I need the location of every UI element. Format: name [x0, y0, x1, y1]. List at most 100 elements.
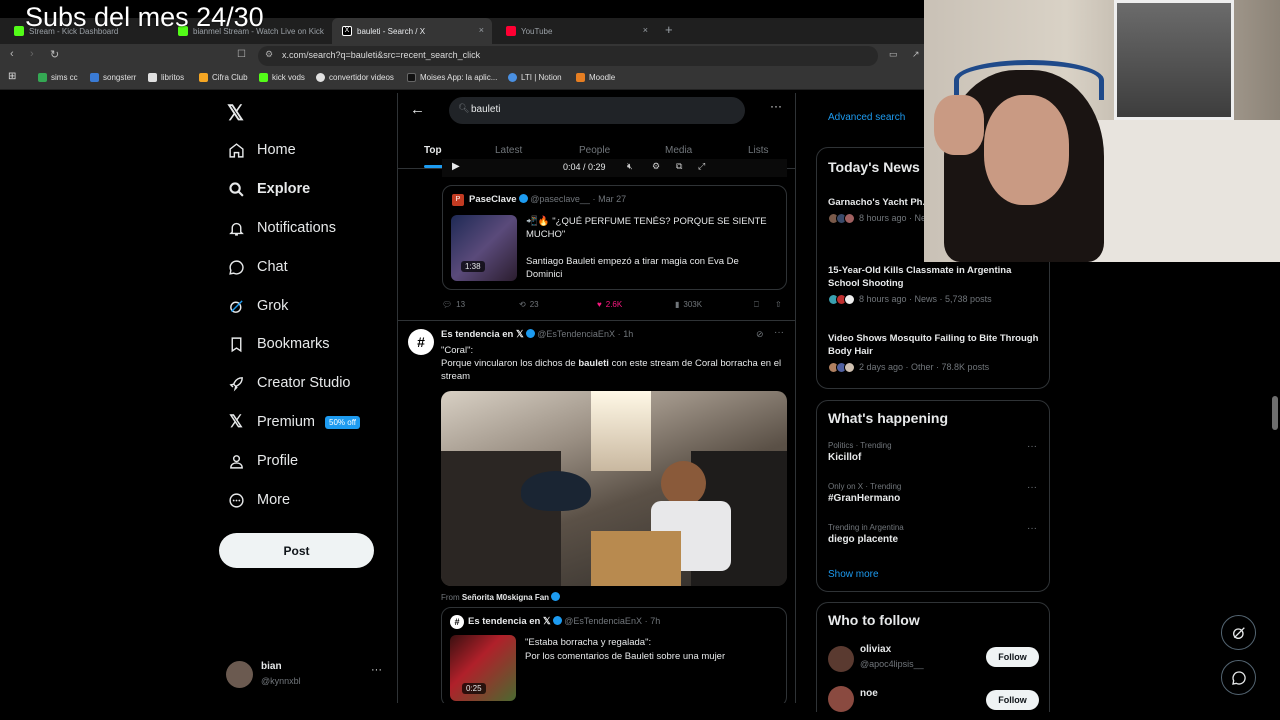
- nav-item-notifications[interactable]: Notifications: [227, 216, 336, 240]
- new-tab-button[interactable]: +: [665, 22, 673, 37]
- more-options-icon[interactable]: ···: [770, 99, 782, 113]
- stream-overlay-title: Subs del mes 24/30: [25, 2, 264, 32]
- bookmark-item[interactable]: kick vods: [259, 73, 305, 82]
- page-scrollbar-thumb[interactable]: [1272, 396, 1278, 430]
- webcam-chair: [1074, 120, 1280, 262]
- trend-item[interactable]: Only on X · Trending #GranHermano: [828, 482, 1043, 504]
- media-floor: [591, 531, 681, 586]
- suggested-user-name[interactable]: noe: [860, 688, 878, 699]
- bookmark-item[interactable]: Moodle: [576, 73, 615, 82]
- x-logo-icon[interactable]: 𝕏: [227, 101, 244, 126]
- browser-tab-active[interactable]: X bauleti - Search / X ×: [332, 18, 492, 44]
- bookmark-item[interactable]: LTI | Notion: [508, 73, 562, 82]
- suggested-user-name[interactable]: oliviax: [860, 644, 891, 655]
- nav-item-grok[interactable]: Grok: [227, 294, 288, 318]
- nav-item-home[interactable]: Home: [227, 138, 296, 162]
- forward-icon[interactable]: ›: [30, 48, 34, 60]
- webcam-face: [984, 95, 1069, 205]
- bookmark-page-icon[interactable]: ☐: [237, 49, 246, 60]
- more-dots-icon[interactable]: ···: [371, 664, 382, 676]
- video-thumbnail[interactable]: 1:38: [451, 215, 517, 281]
- chat-icon: [1231, 670, 1246, 685]
- more-dots-icon[interactable]: ···: [774, 327, 784, 338]
- more-dots-icon[interactable]: ···: [1027, 441, 1037, 452]
- follow-button[interactable]: Follow: [986, 647, 1039, 667]
- browser-tab[interactable]: YouTube ×: [496, 18, 656, 44]
- quoted-post[interactable]: P PaseClave @paseclave__ · Mar 27 1:38 📲…: [442, 185, 787, 290]
- avatar[interactable]: [828, 686, 854, 712]
- nav-item-more[interactable]: More: [227, 488, 290, 512]
- reply-button[interactable]: 💬︎ 13: [442, 300, 465, 309]
- post-header: PaseClave @paseclave__ · Mar 27: [469, 194, 627, 205]
- trend-item[interactable]: Politics · Trending Kicillof: [828, 441, 1043, 463]
- reload-icon[interactable]: ↻: [50, 48, 59, 61]
- bookmark-item[interactable]: songsterr: [90, 73, 136, 82]
- trend-item[interactable]: Trending in Argentina diego placente: [828, 523, 1043, 545]
- pip-icon[interactable]: ⧉: [676, 161, 682, 172]
- nav-item-creator-studio[interactable]: Creator Studio: [227, 371, 351, 395]
- post-header: Es tendencia en 𝕏 @EsTendenciaEnX · 7h: [468, 616, 661, 627]
- bookmark-item[interactable]: sims cc: [38, 73, 78, 82]
- news-item[interactable]: 15-Year-Old Kills Classmate in Argentina…: [828, 264, 1043, 306]
- cast-icon[interactable]: ▭: [889, 49, 898, 60]
- bookmark-item[interactable]: Moises App: la aplic...: [407, 73, 497, 82]
- back-arrow-icon[interactable]: ←: [410, 101, 425, 118]
- grok-explain-icon[interactable]: ⊘: [756, 329, 764, 340]
- avatar[interactable]: #: [408, 329, 434, 355]
- tab-media[interactable]: Media: [665, 145, 692, 156]
- messages-float-button[interactable]: [1221, 660, 1256, 695]
- settings-icon[interactable]: ⚙: [652, 161, 660, 172]
- video-thumbnail[interactable]: 0:25: [450, 635, 516, 701]
- nav-item-bookmarks[interactable]: Bookmarks: [227, 332, 330, 356]
- like-button[interactable]: ♥ 2.6K: [597, 300, 622, 309]
- bookmark-button[interactable]: ⎕: [754, 300, 759, 310]
- tab-people[interactable]: People: [579, 145, 610, 156]
- tab-latest[interactable]: Latest: [495, 145, 522, 156]
- tab-top[interactable]: Top: [424, 145, 442, 156]
- bookmark-item[interactable]: libritos: [148, 73, 184, 82]
- post-button[interactable]: Post: [219, 533, 374, 568]
- verified-badge-icon: [552, 616, 562, 625]
- address-bar[interactable]: ⚙ x.com/search?q=bauleti&src=recent_sear…: [258, 46, 878, 66]
- nav-item-chat[interactable]: Chat: [227, 255, 288, 279]
- grok-float-button[interactable]: [1221, 615, 1256, 650]
- apps-grid-icon[interactable]: ⊞: [8, 71, 16, 82]
- avatar[interactable]: [828, 646, 854, 672]
- rocket-icon: [227, 374, 245, 392]
- close-tab-icon[interactable]: ×: [479, 25, 484, 35]
- verified-badge-icon: [525, 329, 535, 338]
- search-input[interactable]: 🔍︎ bauleti: [449, 97, 745, 124]
- show-more-link[interactable]: Show more: [828, 569, 879, 580]
- bookmark-favicon-icon: [148, 73, 157, 82]
- suggested-user-handle: @apoc4lipsis__: [860, 659, 924, 669]
- follow-button[interactable]: Follow: [986, 690, 1039, 710]
- more-dots-icon[interactable]: ···: [1027, 523, 1037, 534]
- nav-item-premium[interactable]: 𝕏 Premium 50% off: [227, 410, 360, 434]
- media-person-cap: [521, 471, 591, 511]
- more-dots-icon[interactable]: ···: [1027, 482, 1037, 493]
- nav-item-explore[interactable]: Explore: [227, 177, 310, 201]
- tab-lists[interactable]: Lists: [748, 145, 769, 156]
- post-title: "Coral":: [441, 345, 474, 356]
- back-icon[interactable]: ‹: [10, 48, 14, 60]
- bookmark-favicon-icon: [259, 73, 268, 82]
- account-switcher[interactable]: bian @kynnxbl ···: [226, 660, 396, 690]
- news-item[interactable]: Video Shows Mosquito Failing to Bite Thr…: [828, 332, 1043, 374]
- avatar-stack: [828, 294, 855, 306]
- quoted-post[interactable]: # Es tendencia en 𝕏 @EsTendenciaEnX · 7h…: [441, 607, 787, 703]
- share-icon[interactable]: ↗: [912, 49, 920, 60]
- volume-icon[interactable]: 🔇︎: [627, 161, 633, 172]
- video-media[interactable]: [441, 391, 787, 586]
- bookmark-item[interactable]: convertidor videos: [316, 73, 394, 82]
- bookmark-favicon-icon: [90, 73, 99, 82]
- person-icon: [227, 452, 245, 470]
- share-button[interactable]: ⇧: [775, 300, 782, 309]
- play-icon[interactable]: ▶: [452, 161, 460, 172]
- close-tab-icon[interactable]: ×: [643, 25, 648, 35]
- advanced-search-link[interactable]: Advanced search: [828, 112, 905, 123]
- fullscreen-icon[interactable]: ⤢: [698, 161, 705, 172]
- views-button[interactable]: ▮ 303K: [675, 300, 702, 309]
- bookmark-item[interactable]: Cifra Club: [199, 73, 248, 82]
- nav-item-profile[interactable]: Profile: [227, 449, 298, 473]
- repost-button[interactable]: ⟲ 23: [519, 300, 539, 309]
